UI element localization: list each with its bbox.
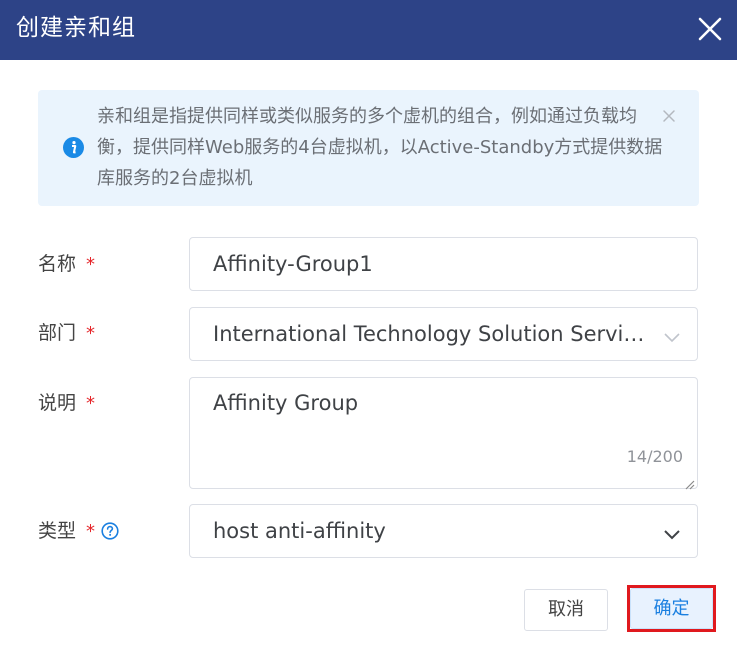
department-label: 部门 * bbox=[38, 319, 95, 348]
alert-message: 亲和组是指提供同样或类似服务的多个虚机的组合，例如通过负载均衡，提供同样Web服… bbox=[97, 106, 663, 189]
required-mark: * bbox=[86, 254, 96, 275]
required-mark: * bbox=[86, 323, 96, 344]
description-label: 说明 * bbox=[38, 389, 95, 418]
info-icon bbox=[63, 137, 84, 158]
info-alert: 亲和组是指提供同样或类似服务的多个虚机的组合，例如通过负载均衡，提供同样Web服… bbox=[38, 90, 699, 206]
alert-close-icon[interactable] bbox=[661, 108, 677, 124]
description-label-text: 说明 bbox=[38, 392, 77, 414]
type-select-value: host anti-affinity bbox=[213, 519, 386, 543]
cancel-button[interactable]: 取消 bbox=[524, 589, 608, 631]
dialog-header: 创建亲和组 bbox=[0, 0, 737, 60]
name-input-value: Affinity-Group1 bbox=[213, 252, 373, 276]
department-select-value: International Technology Solution Servic… bbox=[213, 322, 647, 346]
character-counter: 14/200 bbox=[626, 447, 683, 466]
description-textarea-value: Affinity Group bbox=[213, 391, 359, 415]
department-select[interactable]: International Technology Solution Servic… bbox=[189, 307, 698, 361]
name-label-text: 名称 bbox=[38, 253, 77, 275]
required-mark: * bbox=[86, 521, 96, 542]
create-affinity-group-dialog: 创建亲和组 亲和组是指提供同样或类似服务的多个虚机的组合，例如通过负载均衡，提供… bbox=[0, 0, 737, 653]
chevron-down-icon bbox=[663, 329, 681, 343]
close-icon[interactable] bbox=[695, 14, 725, 44]
type-select[interactable]: host anti-affinity bbox=[189, 504, 698, 558]
type-label-text: 类型 bbox=[38, 520, 77, 542]
name-label: 名称 * bbox=[38, 250, 95, 279]
required-mark: * bbox=[86, 393, 96, 414]
description-textarea[interactable]: Affinity Group 14/200 bbox=[189, 377, 698, 490]
dialog-title: 创建亲和组 bbox=[16, 15, 136, 41]
chevron-down-icon bbox=[663, 526, 681, 540]
department-label-text: 部门 bbox=[38, 322, 77, 344]
question-circle-icon[interactable] bbox=[101, 520, 119, 540]
type-label: 类型 * bbox=[38, 517, 119, 546]
confirm-button[interactable]: 确定 bbox=[630, 588, 713, 629]
resize-handle-icon[interactable] bbox=[684, 475, 695, 490]
name-input[interactable]: Affinity-Group1 bbox=[189, 237, 698, 291]
